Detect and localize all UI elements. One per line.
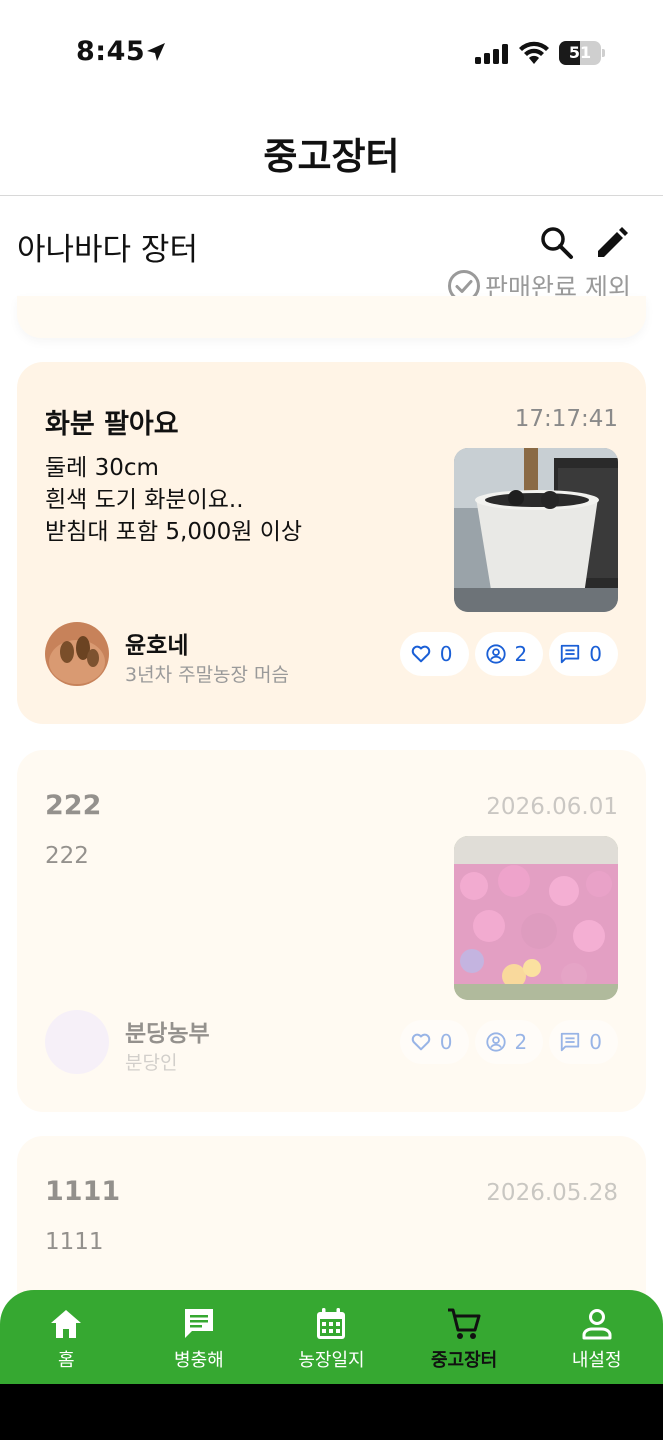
wifi-icon xyxy=(519,41,549,64)
like-count[interactable]: 0 xyxy=(399,1020,469,1064)
post-title: 222 xyxy=(45,790,102,821)
home-indicator-bar xyxy=(0,1384,663,1440)
status-time: 8:45 xyxy=(76,36,146,67)
author-description: 3년차 주말농장 머슴 xyxy=(125,664,290,686)
post-body: 222 xyxy=(45,840,89,872)
like-count-value: 0 xyxy=(439,1030,453,1054)
post-title: 화분 팔아요 xyxy=(45,409,179,440)
tab-home[interactable]: 홈 xyxy=(0,1290,133,1384)
post-stats: 0 2 0 xyxy=(399,632,618,676)
view-count-value: 2 xyxy=(514,642,528,666)
post-card[interactable]: 화분 팔아요 17:17:41 둘레 30cm 흰색 도기 화분이요.. 받침대… xyxy=(17,362,646,724)
previous-card-edge xyxy=(17,296,646,338)
post-time: 17:17:41 xyxy=(514,406,618,432)
search-icon[interactable] xyxy=(538,224,576,262)
comment-icon xyxy=(561,644,580,664)
like-count-value: 0 xyxy=(439,642,453,666)
user-circle-icon xyxy=(485,644,506,664)
heart-icon xyxy=(411,645,431,663)
comment-icon xyxy=(561,1032,580,1052)
author-name: 분당농부 xyxy=(125,1021,210,1047)
post-time: 2026.05.28 xyxy=(486,1180,618,1206)
post-card[interactable]: 222 2026.06.01 222 분당농부 분당인 0 2 0 xyxy=(17,750,646,1112)
cellular-signal-icon xyxy=(475,44,508,64)
calendar-icon xyxy=(317,1308,346,1339)
tab-market[interactable]: 중고장터 xyxy=(398,1290,531,1384)
pencil-icon[interactable] xyxy=(593,224,631,262)
avatar[interactable] xyxy=(45,1010,109,1074)
post-thumbnail[interactable] xyxy=(454,448,618,612)
cart-icon xyxy=(448,1308,481,1339)
comment-count-value: 0 xyxy=(589,642,602,666)
author-name: 윤호네 xyxy=(125,633,189,659)
heart-icon xyxy=(411,1033,431,1051)
home-icon xyxy=(51,1310,82,1338)
status-bar: 8:45 51 xyxy=(0,0,663,100)
chat-icon xyxy=(184,1309,213,1338)
user-circle-icon xyxy=(485,1032,506,1052)
page-header: 중고장터 xyxy=(0,100,663,196)
tab-label: 홈 xyxy=(58,1350,75,1371)
author-description: 분당인 xyxy=(125,1052,178,1074)
post-stats: 0 2 0 xyxy=(399,1020,618,1064)
tab-label: 병충해 xyxy=(174,1350,224,1371)
comment-count[interactable]: 0 xyxy=(549,632,618,676)
post-title: 1111 xyxy=(45,1176,121,1207)
tab-label: 내설정 xyxy=(571,1350,622,1371)
view-count[interactable]: 2 xyxy=(474,632,544,676)
comment-count[interactable]: 0 xyxy=(549,1020,618,1064)
post-time: 2026.06.01 xyxy=(486,794,618,820)
bottom-tab-bar: 홈 병충해 농장일지 중고장터 내설정 xyxy=(0,1290,663,1384)
post-body: 둘레 30cm 흰색 도기 화분이요.. 받침대 포함 5,000원 이상 xyxy=(45,452,302,548)
tab-label: 중고장터 xyxy=(430,1350,498,1371)
tab-settings[interactable]: 내설정 xyxy=(530,1290,663,1384)
view-count[interactable]: 2 xyxy=(474,1020,544,1064)
tab-label: 농장일지 xyxy=(298,1350,365,1371)
tab-farm-journal[interactable]: 농장일지 xyxy=(265,1290,398,1384)
location-arrow-icon xyxy=(147,43,165,61)
page-title: 중고장터 xyxy=(263,135,400,178)
tab-pests[interactable]: 병충해 xyxy=(133,1290,266,1384)
like-count[interactable]: 0 xyxy=(399,632,469,676)
section-title: 아나바다 장터 xyxy=(17,232,198,268)
battery-indicator: 51 xyxy=(559,41,605,65)
avatar[interactable] xyxy=(45,622,109,686)
person-icon xyxy=(582,1309,612,1340)
post-body-line: 둘레 30cm xyxy=(45,455,159,481)
post-thumbnail[interactable] xyxy=(454,836,618,1000)
post-body-line: 흰색 도기 화분이요.. xyxy=(45,487,244,513)
post-body-line: 받침대 포함 5,000원 이상 xyxy=(45,519,303,545)
post-body: 1111 xyxy=(45,1226,104,1258)
view-count-value: 2 xyxy=(514,1030,528,1054)
post-body-line: 1111 xyxy=(45,1229,104,1255)
post-body-line: 222 xyxy=(45,843,89,869)
comment-count-value: 0 xyxy=(589,1030,602,1054)
battery-percent: 51 xyxy=(568,43,592,62)
